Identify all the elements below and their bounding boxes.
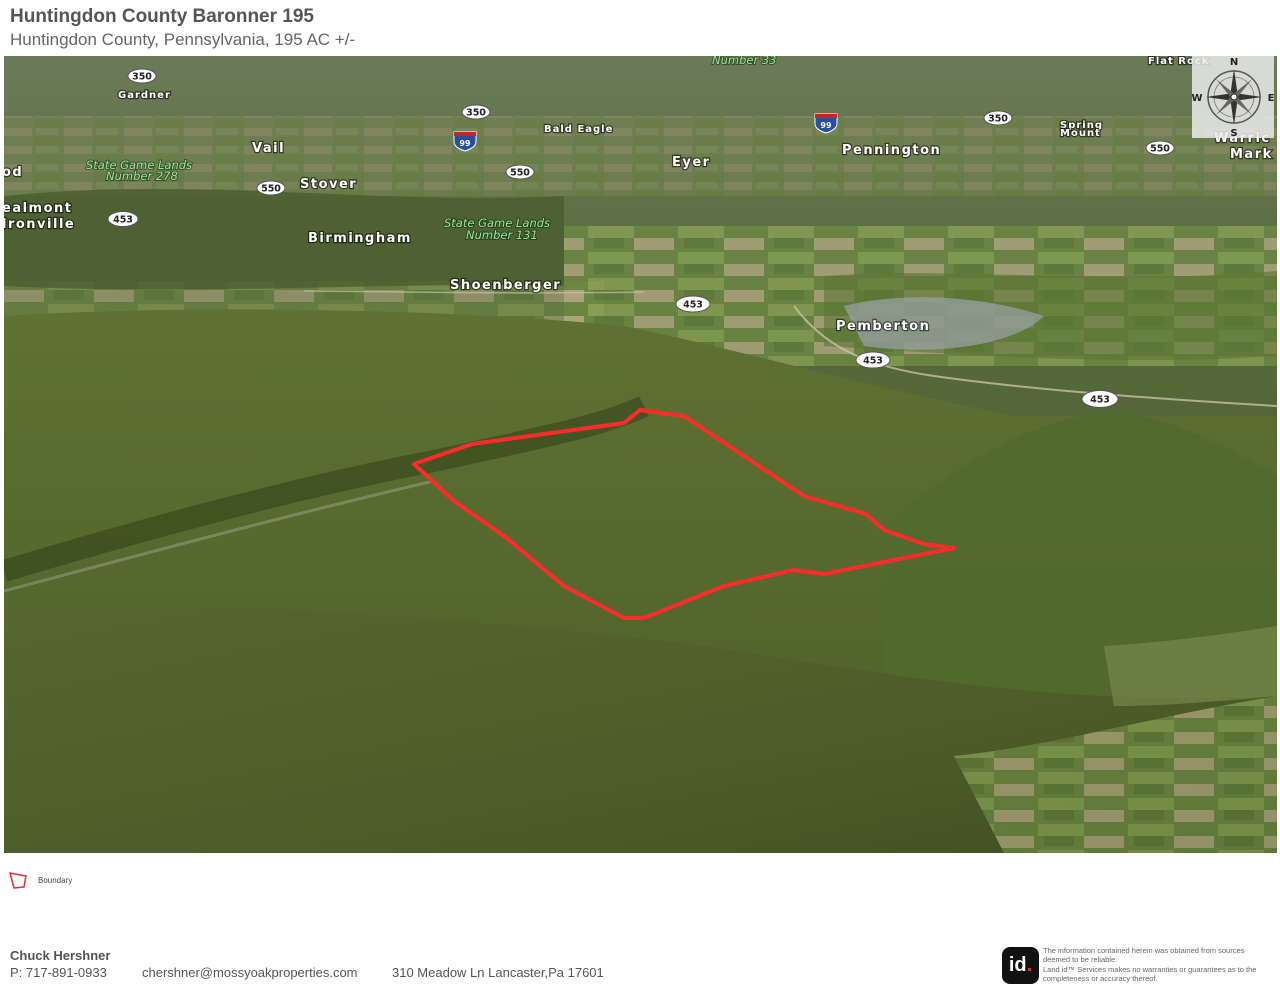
land-id-logo: id. — [1002, 947, 1039, 984]
compass-n: N — [1230, 57, 1238, 68]
interstate-99-label: 99 — [820, 121, 832, 130]
place-label-vail: Vail — [252, 141, 285, 156]
game-lands-131-line2: Number 131 — [466, 228, 538, 242]
compass-e: E — [1268, 93, 1274, 104]
place-label-eyer: Eyer — [672, 155, 711, 170]
route-453-label: 453 — [863, 356, 883, 367]
place-label-shoenberger: Shoenberger — [450, 278, 561, 293]
disclaimer-line: deemed to be reliable. — [1043, 955, 1118, 965]
compass-rose: N S E W — [1192, 56, 1274, 138]
route-shield-453: 453 — [675, 295, 711, 313]
route-shield-550: 550 — [1145, 140, 1175, 156]
disclaimer-line: completeness or accuracy thereof. — [1043, 974, 1158, 984]
land-id-logo-text: id — [1008, 954, 1027, 976]
place-label-mount: Mount — [1060, 128, 1101, 139]
compass-icon: N S E W — [1192, 57, 1274, 138]
route-550-label: 550 — [510, 168, 530, 179]
place-label-pemberton: Pemberton — [836, 319, 930, 334]
disclaimer-line: Land id™ Services makes no warranties or… — [1043, 964, 1257, 974]
place-label-od: od — [4, 165, 23, 180]
place-label-healmont: ealmont — [4, 201, 73, 216]
page-title: Huntingdon County Baronner 195 — [10, 6, 314, 27]
interstate-99-label: 99 — [459, 139, 471, 148]
route-shield-350: 350 — [461, 104, 491, 120]
route-453-label: 453 — [683, 300, 703, 311]
legend-label-boundary: Boundary — [38, 875, 73, 885]
route-shield-350: 350 — [127, 68, 157, 84]
route-550-label: 550 — [261, 184, 281, 195]
disclaimer: The information contained herein was obt… — [1043, 946, 1279, 984]
place-label-ironville: lronville — [4, 217, 75, 232]
route-453-label: 453 — [113, 215, 133, 226]
place-label-bald-eagle: Bald Eagle — [544, 124, 613, 135]
place-label-birmingham: Birmingham — [308, 231, 412, 246]
compass-s: S — [1230, 128, 1237, 138]
game-lands-278-line2: Number 278 — [106, 169, 178, 183]
land-id-logo-dot: . — [1026, 954, 1033, 976]
map-view[interactable]: Gardner Vail Stover od ealmont lronville… — [4, 56, 1277, 853]
place-label-gardner: Gardner — [118, 90, 171, 101]
compass-w: W — [1192, 93, 1203, 104]
place-label-mark: Mark — [1230, 147, 1273, 162]
route-shield-550: 550 — [505, 164, 535, 180]
agent-address: 310 Meadow Ln Lancaster,Pa 17601 — [392, 965, 604, 980]
route-453-label: 453 — [1090, 395, 1110, 406]
route-shield-550: 550 — [256, 180, 286, 196]
page-subtitle: Huntingdon County, Pennsylvania, 195 AC … — [10, 30, 356, 49]
place-label-stover: Stover — [300, 177, 357, 192]
route-shield-350: 350 — [983, 110, 1013, 126]
agent-phone[interactable]: P: 717-891-0933 — [10, 965, 107, 980]
route-shield-453: 453 — [107, 211, 139, 227]
route-350-label: 350 — [466, 108, 486, 119]
route-350-label: 350 — [132, 72, 152, 83]
map-canvas[interactable]: Gardner Vail Stover od ealmont lronville… — [4, 56, 1277, 853]
place-label-number-33: Number 33 — [712, 56, 777, 67]
place-label-pennington: Pennington — [842, 143, 941, 158]
map-legend: Boundary — [8, 870, 72, 890]
route-550-label: 550 — [1150, 144, 1170, 155]
agent-name: Chuck Hershner — [10, 948, 111, 963]
disclaimer-line: The information contained herein was obt… — [1043, 946, 1245, 955]
agent-email[interactable]: chershner@mossyoakproperties.com — [142, 965, 358, 980]
route-shield-453: 453 — [855, 351, 891, 369]
boundary-legend-icon — [9, 872, 27, 889]
route-350-label: 350 — [988, 114, 1008, 125]
route-shield-453: 453 — [1081, 390, 1119, 408]
